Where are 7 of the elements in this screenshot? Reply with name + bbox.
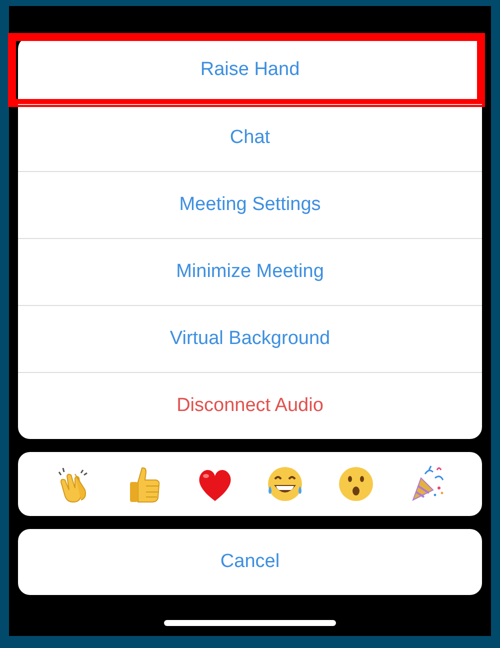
cancel-button[interactable]: Cancel xyxy=(18,529,482,595)
menu-item[interactable]: Minimize Meeting xyxy=(18,238,482,305)
menu-item[interactable]: Disconnect Audio xyxy=(18,372,482,439)
menu-item[interactable]: Chat xyxy=(18,104,482,171)
menu-item[interactable]: Virtual Background xyxy=(18,305,482,372)
menu-item[interactable]: Raise Hand xyxy=(18,37,482,104)
menu-item[interactable]: Meeting Settings xyxy=(18,171,482,238)
